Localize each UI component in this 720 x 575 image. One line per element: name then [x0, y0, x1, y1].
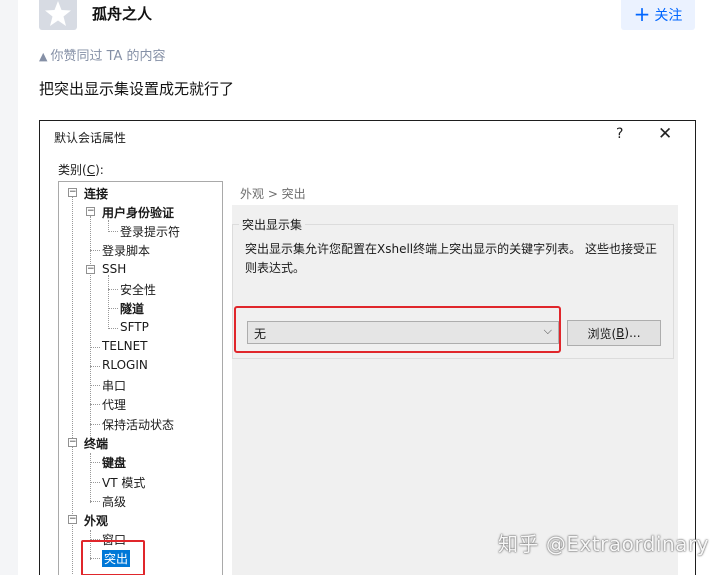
- triangle-up-icon: ▲: [39, 50, 48, 63]
- tree-toggle-ssh[interactable]: −: [86, 265, 95, 274]
- tree-item-tunnel[interactable]: 隧道: [120, 300, 144, 317]
- annotation-box-tree: [81, 540, 145, 575]
- tree-item-keyboard[interactable]: 键盘: [102, 454, 126, 471]
- tree-item-connection[interactable]: 连接: [84, 185, 108, 202]
- tree-item-keepalive[interactable]: 保持活动状态: [102, 416, 174, 433]
- tree-item-vt-mode[interactable]: VT 模式: [102, 474, 145, 491]
- author-name[interactable]: 孤舟之人: [92, 3, 152, 24]
- tree-toggle-auth[interactable]: −: [86, 207, 95, 216]
- upvote-note-text: 你赞同过 TA 的内容: [50, 49, 166, 64]
- star-icon: [45, 1, 71, 26]
- category-tree[interactable]: − − − − − 连接 用户身份验证 登录提示符 登录脚本 SSH 安全性 隧…: [58, 181, 223, 575]
- tree-item-telnet[interactable]: TELNET: [102, 339, 148, 353]
- tree-connector: [90, 462, 100, 463]
- tree-toggle-appearance[interactable]: −: [68, 515, 77, 524]
- tree-connector: [108, 308, 118, 309]
- group-description: 突出显示集允许您配置在Xshell终端上突出显示的关键字列表。 这些也接受正则表…: [245, 242, 657, 275]
- browse-button[interactable]: 浏览(B)...: [567, 320, 661, 346]
- tree-item-login-script[interactable]: 登录脚本: [102, 242, 150, 259]
- tree-item-sftp[interactable]: SFTP: [120, 320, 149, 334]
- tree-item-advanced[interactable]: 高级: [102, 493, 126, 510]
- tree-item-security[interactable]: 安全性: [120, 281, 156, 298]
- page-gutter: [0, 0, 18, 575]
- annotation-box-select: [234, 306, 561, 353]
- tree-connector: [90, 366, 100, 367]
- tree-connector: [90, 501, 100, 502]
- tree-item-auth[interactable]: 用户身份验证: [102, 204, 174, 221]
- tree-toggle-terminal[interactable]: −: [68, 438, 77, 447]
- tree-connector: [108, 275, 109, 329]
- help-icon[interactable]: ?: [616, 126, 623, 142]
- tree-connector: [90, 453, 91, 503]
- tree-item-rlogin[interactable]: RLOGIN: [102, 358, 148, 372]
- follow-button[interactable]: + 关注: [621, 0, 695, 30]
- answer-page: 孤舟之人 + 关注 ▲ 你赞同过 TA 的内容 把突出显示集设置成无就行了 默认会…: [0, 0, 720, 575]
- tree-connector: [108, 231, 118, 232]
- tree-connector: [90, 482, 100, 483]
- answer-text: 把突出显示集设置成无就行了: [39, 80, 235, 98]
- category-label: 类别(C):: [58, 163, 104, 177]
- tree-item-serial[interactable]: 串口: [102, 377, 126, 394]
- tree-connector: [90, 404, 100, 405]
- tree-connector: [108, 328, 118, 329]
- plus-icon: +: [633, 2, 651, 26]
- close-icon[interactable]: ✕: [658, 124, 672, 144]
- tree-toggle-connection[interactable]: −: [68, 188, 77, 197]
- breadcrumb: 外观 > 突出: [232, 181, 678, 205]
- tree-connector: [108, 289, 118, 290]
- tree-item-terminal[interactable]: 终端: [84, 435, 108, 452]
- author-avatar[interactable]: [39, 0, 77, 30]
- settings-panel: 外观 > 突出 突出显示集 突出显示集允许您配置在Xshell终端上突出显示的关…: [232, 181, 678, 575]
- dialog-title: 默认会话属性: [54, 131, 127, 145]
- tree-item-login-prompt[interactable]: 登录提示符: [120, 223, 180, 240]
- tree-item-ssh[interactable]: SSH: [102, 262, 126, 276]
- upvote-note: ▲ 你赞同过 TA 的内容: [39, 45, 166, 64]
- tree-connector: [90, 385, 100, 386]
- follow-button-label: 关注: [654, 8, 683, 24]
- tree-item-appearance[interactable]: 外观: [84, 512, 108, 529]
- tree-item-proxy[interactable]: 代理: [102, 396, 126, 413]
- tree-connector: [90, 424, 100, 425]
- watermark: 知乎 @Extraordinary: [498, 532, 709, 556]
- group-title: 突出显示集: [239, 216, 306, 233]
- tree-connector: [90, 347, 100, 348]
- tree-connector: [90, 250, 100, 251]
